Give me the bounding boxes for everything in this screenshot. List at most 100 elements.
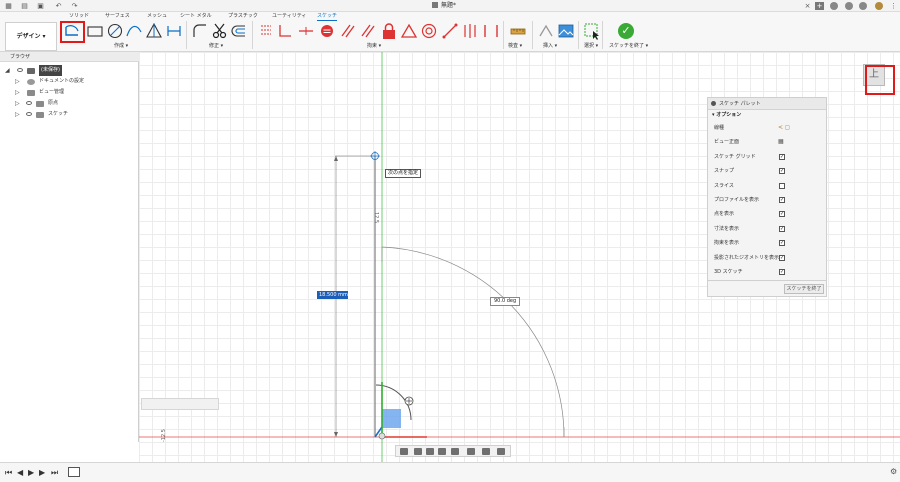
length-input[interactable]: 18.500 mm [317, 291, 348, 299]
show-constraints-checkbox[interactable]: ✓ [779, 240, 785, 247]
tab-sheet-metal[interactable]: シート メタル [180, 13, 212, 20]
create-group-label[interactable]: 作成 ▾ [114, 43, 128, 49]
document-tab[interactable]: 無題* [432, 1, 456, 11]
avatar[interactable] [875, 2, 883, 10]
look-at-icon[interactable]: ▦ [778, 135, 784, 149]
show-dimensions-checkbox[interactable]: ✓ [779, 225, 785, 232]
eye-icon[interactable] [26, 101, 32, 105]
tab-plastic[interactable]: プラスチック [228, 13, 258, 20]
insert-derive-tool[interactable] [537, 22, 555, 40]
perpendicular-constraint[interactable] [276, 22, 294, 40]
rectangle-tool[interactable] [86, 22, 104, 40]
tab-mesh[interactable]: メッシュ [147, 13, 167, 20]
tree-item-root[interactable]: ◢ (未保存) [0, 65, 139, 76]
step-back-icon[interactable]: ◀ [17, 468, 23, 477]
trim-tool[interactable] [211, 22, 229, 40]
file-icon[interactable]: ▤ [20, 2, 29, 10]
expand-icon[interactable]: ▷ [15, 109, 20, 120]
gear-icon[interactable]: ⚙ [890, 467, 897, 476]
tab-utility[interactable]: ユーティリティ [272, 13, 306, 20]
show-points-checkbox[interactable]: ✓ [779, 211, 785, 218]
palette-header[interactable]: スケッチ パレット [708, 98, 826, 110]
pan-icon[interactable] [426, 448, 434, 455]
tree-item-named-views[interactable]: ▷ ビュー管理 [0, 87, 139, 98]
workspace-switcher[interactable]: デザイン ▾ [5, 22, 57, 51]
parallel-constraint[interactable] [339, 22, 357, 40]
step-forward-icon[interactable]: ▶ [39, 468, 45, 477]
expand-icon[interactable]: ▷ [15, 87, 20, 98]
expand-icon[interactable]: ◢ [5, 65, 10, 76]
browser-header[interactable]: ブラウザ [0, 52, 139, 62]
help-icon[interactable] [859, 2, 867, 10]
tab-sketch[interactable]: スケッチ [317, 13, 338, 21]
inspect-group-label[interactable]: 検査 ▾ [508, 43, 522, 49]
fillet-tool[interactable] [191, 22, 209, 40]
sketch-grid-checkbox[interactable]: ✓ [779, 153, 785, 160]
timeline-marker[interactable] [68, 467, 80, 477]
tree-item-sketches[interactable]: ▷ スケッチ [0, 109, 139, 120]
expand-icon[interactable]: ▷ [15, 98, 20, 109]
new-tab-icon[interactable]: + [815, 2, 824, 10]
viewports-icon[interactable] [497, 448, 505, 455]
midpoint-constraint[interactable] [400, 22, 418, 40]
snap-checkbox[interactable]: ✓ [779, 168, 785, 175]
select-group-label[interactable]: 選択 ▾ [584, 43, 598, 49]
app-menu-icon[interactable]: ▦ [4, 2, 13, 10]
coincident-constraint[interactable] [257, 22, 271, 40]
options-header[interactable]: ▾ オプション [708, 110, 826, 121]
save-icon[interactable]: ▣ [36, 2, 45, 10]
fit-icon[interactable] [451, 448, 459, 455]
insert-image-tool[interactable] [557, 22, 575, 40]
tree-item-origin[interactable]: ▷ 原点 [0, 98, 139, 109]
go-to-end-icon[interactable]: ⏭ [51, 468, 58, 477]
eye-icon[interactable] [26, 112, 32, 116]
show-profile-checkbox[interactable]: ✓ [779, 196, 785, 203]
undo-icon[interactable]: ↶ [54, 2, 63, 10]
sketch-canvas[interactable]: 次の点を指定 18.500 mm 90.0 deg 12.5 -12.5 上 ス… [139, 52, 900, 462]
circle-tool[interactable] [106, 22, 124, 40]
insert-group-label[interactable]: 挿入 ▾ [543, 43, 557, 49]
horizontal-constraint[interactable] [297, 22, 315, 40]
collinear-constraint[interactable] [441, 22, 459, 40]
display-settings-icon[interactable] [467, 448, 475, 455]
measure-tool[interactable] [509, 22, 527, 40]
select-tool[interactable] [583, 22, 601, 40]
smooth-constraint[interactable] [482, 22, 500, 40]
redo-icon[interactable]: ↷ [70, 2, 79, 10]
finish-sketch-palette-button[interactable]: スケッチを終了 [784, 284, 824, 294]
fix-constraint[interactable] [380, 22, 398, 40]
close-tab-icon[interactable]: × [803, 2, 812, 10]
angle-label[interactable]: 90.0 deg [490, 297, 521, 306]
constraints-group-label[interactable]: 拘束 ▾ [367, 43, 381, 49]
projected-geometry-checkbox[interactable]: ✓ [779, 254, 785, 261]
linetype-icon[interactable]: < ◻ [778, 121, 790, 135]
palette-pin-icon[interactable] [711, 101, 716, 106]
text-commands-strip[interactable] [141, 398, 219, 410]
look-at-icon[interactable] [414, 448, 422, 455]
expand-icon[interactable]: ▷ [15, 76, 20, 87]
tab-solid[interactable]: ソリッド [69, 13, 89, 20]
go-to-start-icon[interactable]: ⏮ [5, 468, 12, 477]
offset-tool[interactable] [230, 22, 248, 40]
3d-sketch-checkbox[interactable]: ✓ [779, 268, 785, 275]
orbit-icon[interactable] [400, 448, 408, 455]
polygon-tool[interactable] [145, 22, 163, 40]
tab-surface[interactable]: サーフェス [105, 13, 130, 20]
tree-item-document-settings[interactable]: ▷ ドキュメントの設定 [0, 76, 139, 87]
zoom-icon[interactable] [438, 448, 446, 455]
tangent-constraint[interactable] [359, 22, 377, 40]
modify-group-label[interactable]: 修正 ▾ [209, 43, 223, 49]
symmetry-constraint[interactable] [461, 22, 479, 40]
equal-constraint[interactable] [318, 22, 336, 40]
finish-sketch-group-label[interactable]: スケッチを終了 ▾ [609, 43, 648, 49]
grid-settings-icon[interactable] [482, 448, 490, 455]
notifications-icon[interactable] [845, 2, 853, 10]
job-status-icon[interactable] [830, 2, 838, 10]
eye-icon[interactable] [17, 68, 23, 72]
mirror-tool[interactable] [165, 22, 183, 40]
arc-tool[interactable] [125, 22, 143, 40]
play-icon[interactable]: ▶ [28, 468, 34, 477]
concentric-constraint[interactable] [420, 22, 438, 40]
slice-checkbox[interactable] [779, 182, 785, 189]
window-menu-icon[interactable]: ⋮ [889, 2, 898, 10]
